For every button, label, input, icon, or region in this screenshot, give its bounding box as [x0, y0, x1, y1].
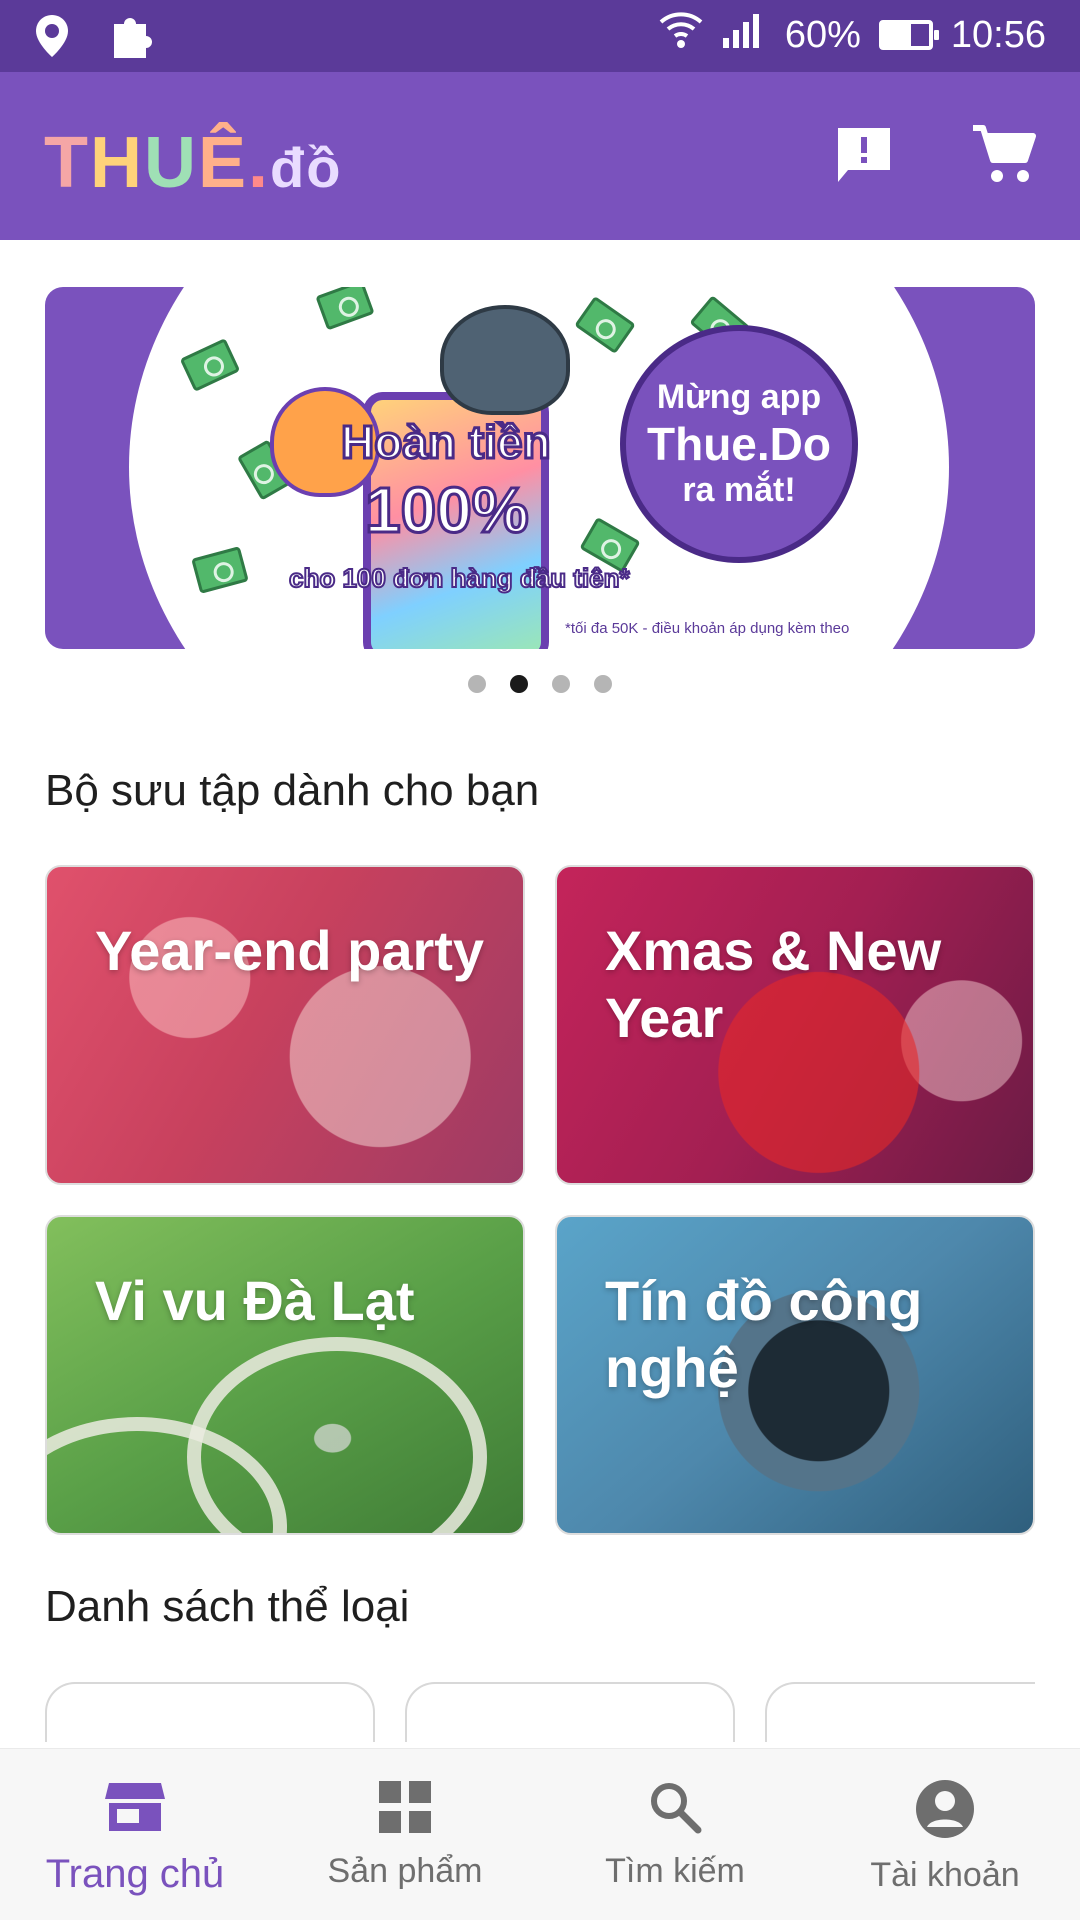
banner-headline-3: cho 100 đơn hàng đầu tiên* [288, 562, 631, 594]
grey-cat-mascot [440, 305, 570, 415]
signal-icon [721, 10, 767, 60]
categories-title: Danh sách thể loại [45, 1582, 410, 1631]
collections-title: Bộ sưu tập dành cho bạn [45, 766, 540, 815]
carousel-dot-3[interactable] [552, 675, 570, 693]
category-item[interactable] [45, 1682, 375, 1742]
wifi-icon [659, 10, 703, 60]
nav-account-label: Tài khoản [870, 1856, 1020, 1894]
collection-card-tech[interactable]: Tín đồ công nghệ [555, 1215, 1035, 1535]
category-item[interactable] [765, 1682, 1035, 1742]
bottom-navigation: Trang chủ Sản phẩm Tìm kiếm Tài khoản [0, 1748, 1080, 1920]
nav-products[interactable]: Sản phẩm [270, 1749, 540, 1920]
location-icon [34, 13, 70, 64]
collection-card-da-lat[interactable]: Vi vu Đà Lạt [45, 1215, 525, 1535]
puzzle-icon [110, 12, 154, 65]
nav-search-label: Tìm kiếm [605, 1852, 745, 1890]
launch-bubble: Mừng app Thue.Do ra mắt! [620, 325, 858, 563]
banner-footnote: *tối đa 50K - điều khoản áp dụng kèm the… [565, 620, 850, 637]
nav-home[interactable]: Trang chủ [0, 1749, 270, 1920]
grid-icon [377, 1779, 433, 1840]
cart-icon[interactable] [968, 120, 1040, 192]
collection-card-label: Xmas & New Year [605, 919, 942, 1050]
carousel-indicator [0, 675, 1080, 693]
banner-headline-1: Hoàn tiền [340, 415, 553, 470]
battery-percent: 60% [784, 13, 861, 56]
nav-products-label: Sản phẩm [327, 1852, 483, 1890]
bubble-line-1: Mừng app [656, 378, 822, 416]
carousel-dot-4[interactable] [594, 675, 612, 693]
battery-icon [878, 20, 939, 50]
bubble-line-3: ra mắt! [682, 471, 796, 509]
search-icon [647, 1779, 703, 1840]
collection-card-label: Vi vu Đà Lạt [95, 1269, 415, 1332]
status-bar: 60% 10:56 [0, 0, 1080, 72]
feedback-icon[interactable] [828, 120, 900, 192]
collection-card-label: Year-end party [95, 919, 485, 982]
promo-banner[interactable]: Hoàn tiền 100% cho 100 đơn hàng đầu tiên… [45, 287, 1035, 649]
collection-card-xmas-new-year[interactable]: Xmas & New Year [555, 865, 1035, 1185]
bubble-line-2: Thue.Do [647, 418, 831, 470]
store-icon [105, 1779, 165, 1840]
banner-headline-2: 100% [364, 473, 531, 548]
app-logo[interactable]: THUÊ.đồ [44, 127, 342, 199]
nav-account[interactable]: Tài khoản [810, 1749, 1080, 1920]
nav-search[interactable]: Tìm kiếm [540, 1749, 810, 1920]
carousel-dot-1[interactable] [468, 675, 486, 693]
nav-home-label: Trang chủ [45, 1852, 225, 1896]
collection-card-label: Tín đồ công nghệ [605, 1269, 923, 1400]
carousel-dot-2[interactable] [510, 675, 528, 693]
account-icon [915, 1779, 975, 1844]
app-bar: THUÊ.đồ [0, 72, 1080, 240]
clock: 10:56 [950, 13, 1046, 56]
category-item[interactable] [405, 1682, 735, 1742]
collection-card-year-end-party[interactable]: Year-end party [45, 865, 525, 1185]
